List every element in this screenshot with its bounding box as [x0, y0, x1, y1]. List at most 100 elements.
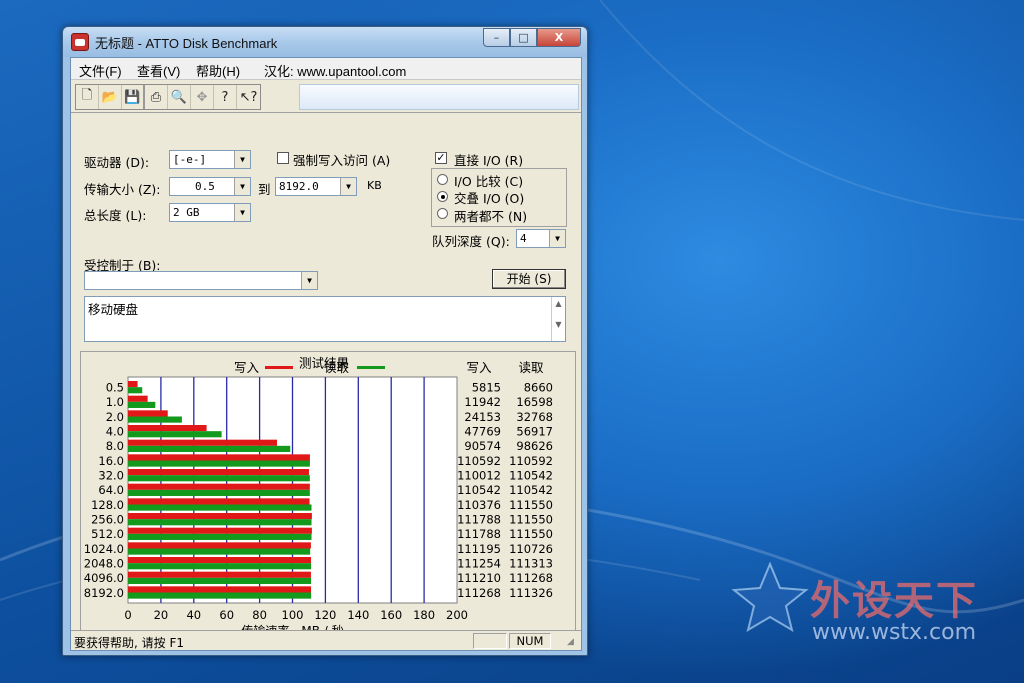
description-scrollbar[interactable]: ▲ ▼: [551, 297, 565, 341]
menu-localized-by[interactable]: 汉化: www.upantool.com: [264, 61, 406, 80]
write-bar: [128, 527, 312, 534]
legend-read-label: 读取: [324, 360, 350, 375]
chevron-down-icon[interactable]: ▼: [340, 178, 356, 195]
y-tick-label: 8.0: [106, 439, 124, 453]
read-value: 16598: [516, 395, 553, 409]
read-value: 110542: [509, 469, 553, 483]
read-bar: [128, 401, 156, 408]
menu-view[interactable]: 查看(V): [137, 61, 180, 80]
overlapped-io-radio[interactable]: [437, 191, 448, 202]
chevron-down-icon[interactable]: ▼: [549, 230, 565, 247]
y-tick-label: 1.0: [106, 395, 124, 409]
write-value: 110376: [457, 498, 501, 512]
write-bar: [128, 469, 309, 476]
write-value: 110542: [457, 483, 501, 497]
status-bar: 要获得帮助, 请按 F1 NUM ◢: [71, 630, 581, 650]
atto-app-icon: [71, 33, 89, 51]
read-value: 32768: [516, 410, 553, 424]
resize-grip-icon[interactable]: ◢: [567, 637, 579, 649]
start-button[interactable]: 开始 (S): [492, 269, 566, 289]
transfer-to-select[interactable]: 8192.0 ▼: [275, 177, 357, 196]
y-tick-label: 4096.0: [84, 571, 124, 585]
chevron-down-icon[interactable]: ▼: [234, 151, 250, 168]
print-icon[interactable]: ⎙: [145, 85, 168, 109]
controlled-by-select[interactable]: ▼: [84, 271, 318, 290]
print-preview-icon[interactable]: 🔍: [168, 85, 191, 109]
x-tick-label: 200: [446, 608, 468, 622]
write-bar: [128, 498, 310, 505]
legend-read-swatch: [357, 366, 385, 369]
open-folder-icon[interactable]: 📂: [99, 85, 122, 109]
window-title: 无标题 - ATTO Disk Benchmark: [95, 36, 278, 51]
read-bar: [128, 519, 312, 526]
chevron-down-icon[interactable]: ▼: [234, 178, 250, 195]
io-compare-radio[interactable]: [437, 174, 448, 185]
direct-io-checkbox[interactable]: ✓: [435, 152, 447, 164]
minimize-button[interactable]: –: [483, 28, 510, 47]
legend-write-swatch: [265, 366, 293, 369]
status-pane-empty: [473, 633, 507, 649]
y-tick-label: 8192.0: [84, 586, 124, 600]
description-textarea[interactable]: 移动硬盘 ▲ ▼: [84, 296, 566, 342]
queue-depth-label: 队列深度 (Q):: [432, 234, 510, 249]
read-value: 110542: [509, 483, 553, 497]
scroll-up-icon[interactable]: ▲: [552, 299, 565, 308]
x-tick-label: 80: [252, 608, 267, 622]
title-bar[interactable]: 无标题 - ATTO Disk Benchmark – □ X: [63, 27, 587, 57]
read-bar: [128, 431, 222, 438]
y-tick-label: 32.0: [98, 469, 124, 483]
menu-file[interactable]: 文件(F): [79, 61, 122, 80]
y-tick-label: 64.0: [98, 483, 124, 497]
chevron-down-icon[interactable]: ▼: [234, 204, 250, 221]
help-icon[interactable]: ?: [214, 85, 237, 109]
context-help-icon[interactable]: ↖?: [237, 85, 260, 109]
new-file-icon[interactable]: 🗋: [76, 85, 99, 109]
write-bar: [128, 439, 277, 446]
drive-select[interactable]: [-e-] ▼: [169, 150, 251, 169]
force-write-checkbox[interactable]: [277, 152, 289, 164]
write-value: 111788: [457, 513, 501, 527]
read-value: 111550: [509, 498, 553, 512]
results-panel: 测试结果写入读取写入读取020406080100120140160180200传…: [80, 351, 576, 639]
write-value: 111254: [457, 557, 501, 571]
write-bar: [128, 483, 310, 490]
kb-label: KB: [367, 179, 382, 192]
x-tick-label: 160: [380, 608, 402, 622]
benchmark-chart: 测试结果写入读取写入读取020406080100120140160180200传…: [84, 356, 553, 638]
save-icon[interactable]: 💾: [122, 85, 145, 109]
y-tick-label: 1024.0: [84, 542, 124, 556]
read-bar: [128, 475, 310, 482]
maximize-button[interactable]: □: [510, 28, 537, 47]
close-button[interactable]: X: [537, 28, 581, 47]
x-tick-label: 180: [413, 608, 435, 622]
chevron-down-icon[interactable]: ▼: [301, 272, 317, 289]
read-value: 110592: [509, 454, 553, 468]
neither-radio[interactable]: [437, 208, 448, 219]
atto-window: 无标题 - ATTO Disk Benchmark – □ X 文件(F) 查看…: [62, 26, 588, 656]
read-value: 111313: [509, 557, 553, 571]
move-icon[interactable]: ✥: [191, 85, 214, 109]
x-tick-label: 20: [154, 608, 169, 622]
x-tick-label: 100: [282, 608, 304, 622]
x-tick-label: 40: [186, 608, 201, 622]
watermark-url: www.wstx.com: [812, 620, 977, 645]
total-length-label: 总长度 (L):: [84, 208, 147, 223]
x-tick-label: 140: [347, 608, 369, 622]
read-bar: [128, 504, 312, 511]
total-length-select[interactable]: 2 GB ▼: [169, 203, 251, 222]
read-bar: [128, 577, 312, 584]
write-bar: [128, 410, 168, 417]
watermark-brand: 外设天下: [810, 578, 978, 624]
scroll-down-icon[interactable]: ▼: [552, 320, 565, 329]
menu-help[interactable]: 帮助(H): [196, 61, 240, 80]
read-value: 110726: [509, 542, 553, 556]
transfer-from-select[interactable]: 0.5 ▼: [169, 177, 251, 196]
write-value: 110012: [457, 469, 501, 483]
y-tick-label: 128.0: [91, 498, 124, 512]
menu-bar: 文件(F) 查看(V) 帮助(H) 汉化: www.upantool.com: [71, 58, 581, 80]
status-num: NUM: [509, 633, 551, 649]
queue-depth-select[interactable]: 4 ▼: [516, 229, 566, 248]
write-value: 90574: [464, 439, 501, 453]
read-value: 56917: [516, 425, 553, 439]
y-tick-label: 16.0: [98, 454, 124, 468]
